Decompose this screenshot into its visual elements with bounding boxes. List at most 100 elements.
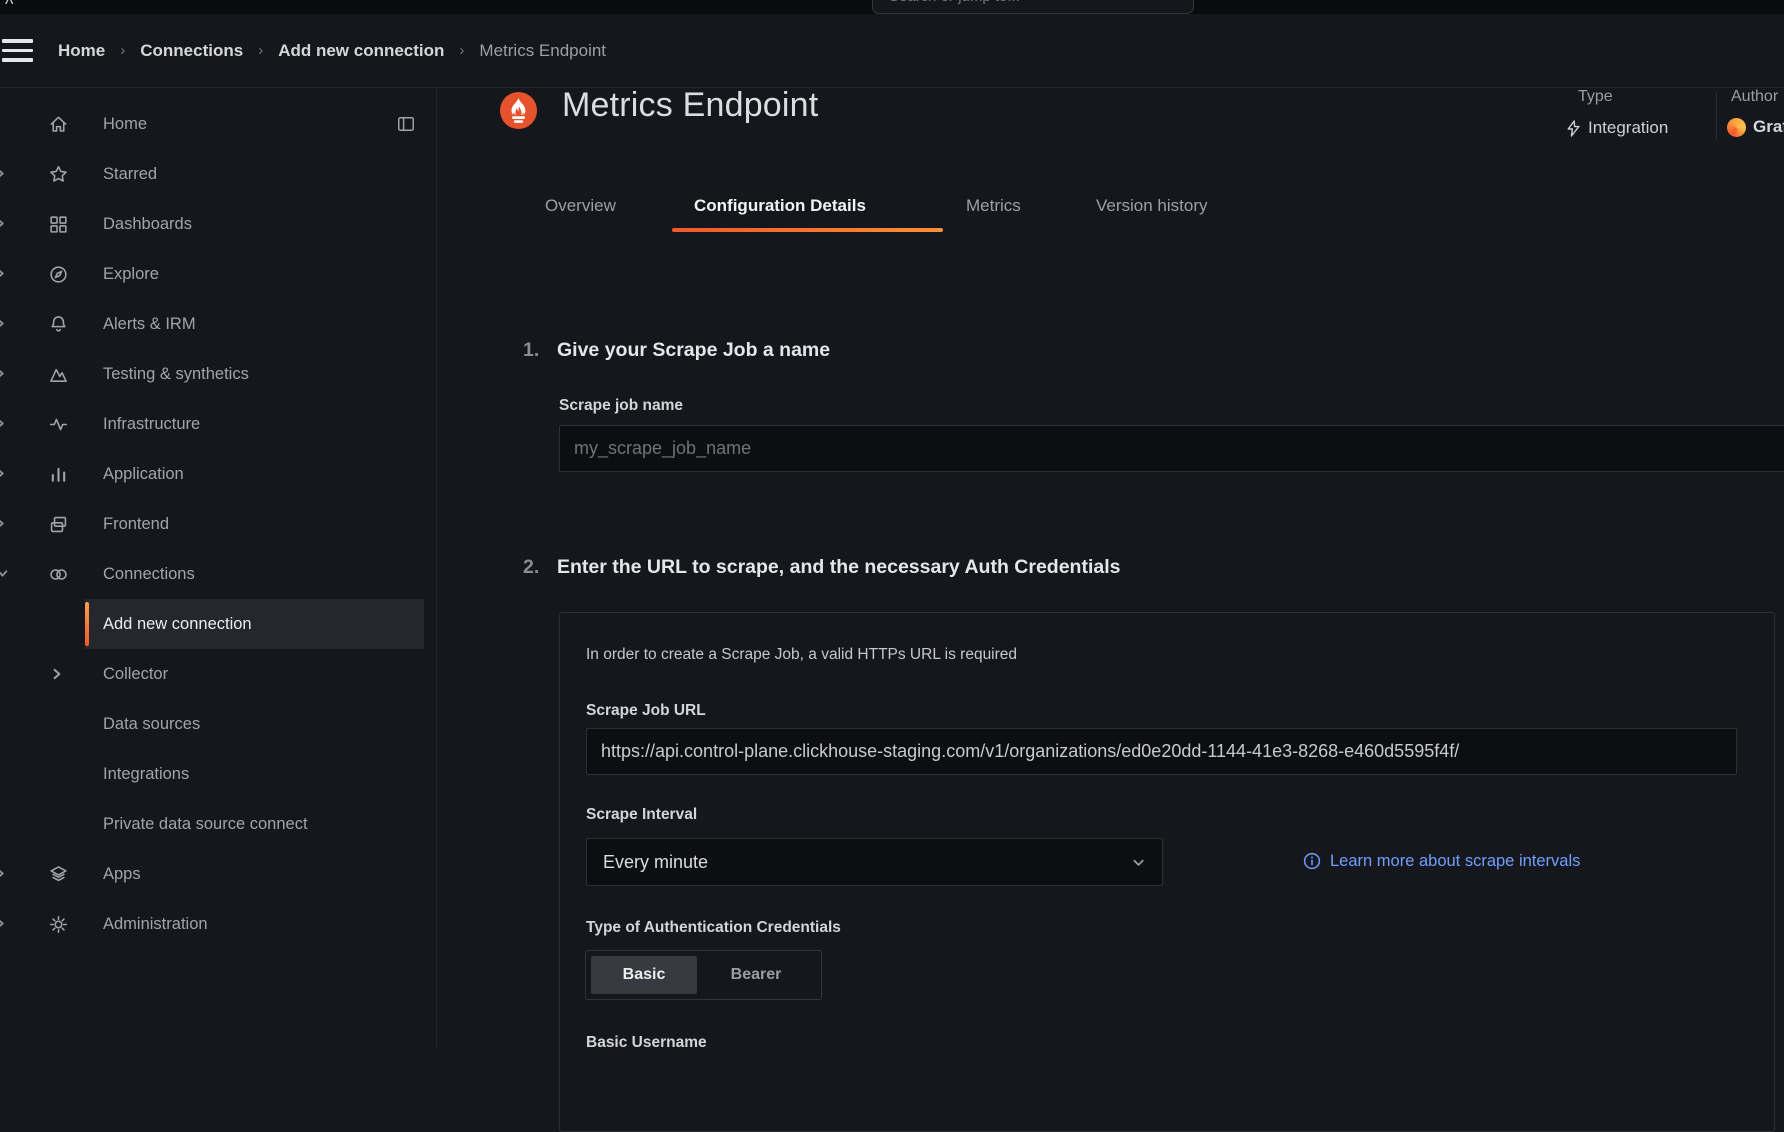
gear-icon [44,914,72,935]
auth-basic-button[interactable]: Basic [591,956,697,994]
hamburger-menu-icon[interactable] [2,39,33,62]
sidebar-item-testing-synthetics[interactable]: Testing & synthetics [0,349,436,399]
author-value: Grafana [1727,117,1784,137]
section-2-number: 2. [523,556,539,579]
scrape-interval-value: Every minute [603,852,708,873]
auth-bearer-button[interactable]: Bearer [697,956,815,994]
sidebar-item-administration[interactable]: Administration [0,899,436,949]
tab-metrics[interactable]: Metrics [966,196,1021,216]
sidebar-item-explore[interactable]: Explore [0,249,436,299]
linked-rings-icon [44,564,72,585]
type-value-text: Integration [1588,118,1668,138]
bell-icon [44,314,72,335]
sidebar-item-apps[interactable]: Apps [0,849,436,899]
breadcrumb-connections[interactable]: Connections [140,41,243,61]
chevron-right-icon: › [258,42,263,59]
scrape-job-url-label: Scrape Job URL [586,702,706,720]
sidebar-item-data-sources[interactable]: Data sources [0,699,436,749]
top-caret-glyph: ^ [5,0,13,15]
sidebar-item-alerts-irm[interactable]: Alerts & IRM [0,299,436,349]
chevron-right-icon [0,467,7,480]
home-icon [44,114,72,135]
scrape-job-name-input[interactable] [559,425,1784,472]
chevron-right-icon [0,167,7,180]
sidebar-item-label: Testing & synthetics [103,365,249,384]
learn-more-scrape-intervals-link[interactable]: Learn more about scrape intervals [1303,846,1580,876]
sidebar-item-label: Frontend [103,515,169,534]
info-icon [1303,852,1321,870]
author-value-text: Grafana [1753,117,1784,137]
https-required-info-text: In order to create a Scrape Job, a valid… [586,646,1017,664]
scrape-job-name-label: Scrape job name [559,397,683,415]
chevron-right-icon [0,367,7,380]
sidebar-item-add-new-connection[interactable]: Add new connection [0,599,436,649]
chevron-right-icon [0,917,7,930]
chevron-right-icon [0,217,7,230]
tab-version-history[interactable]: Version history [1096,196,1208,216]
learn-more-link-text: Learn more about scrape intervals [1330,852,1580,871]
breadcrumb: Home › Connections › Add new connection … [58,41,606,61]
type-column-label: Type [1578,88,1613,106]
section-1-number: 1. [523,339,539,362]
bar-chart-icon [44,464,72,485]
sidebar-nav: Home Starred Dashboards Explore Alerts &… [0,88,437,1048]
mountain-k6-icon [44,364,72,385]
auth-type-label: Type of Authentication Credentials [586,919,841,937]
sidebar-item-integrations[interactable]: Integrations [0,749,436,799]
chevron-right-icon [0,417,7,430]
sidebar-item-label: Collector [103,665,168,684]
sidebar-item-infrastructure[interactable]: Infrastructure [0,399,436,449]
tab-overview[interactable]: Overview [545,196,616,216]
sidebar-item-label: Starred [103,165,157,184]
sidebar-item-label: Administration [103,915,208,934]
sidebar-item-private-data-source-connect[interactable]: Private data source connect [0,799,436,849]
section-1-heading: Give your Scrape Job a name [557,339,830,362]
sidebar-item-label: Infrastructure [103,415,200,434]
dock-sidebar-icon[interactable] [396,114,416,134]
sidebar-item-label: Explore [103,265,159,284]
sidebar-item-starred[interactable]: Starred [0,149,436,199]
sidebar-item-label: Data sources [103,715,200,734]
sidebar-item-frontend[interactable]: Frontend [0,499,436,549]
tab-configuration-details[interactable]: Configuration Details [694,196,866,216]
browser-windows-icon [44,514,72,535]
compass-icon [44,264,72,285]
sidebar-item-home[interactable]: Home [0,99,436,149]
selected-item-accent-bar [85,602,89,646]
sidebar-item-label: Integrations [103,765,189,784]
sidebar-item-collector[interactable]: Collector [0,649,436,699]
sidebar-item-label: Alerts & IRM [103,315,196,334]
pulse-icon [44,414,72,435]
scrape-interval-select[interactable]: Every minute [586,838,1163,886]
chevron-right-icon: › [459,42,464,59]
breadcrumb-current-page: Metrics Endpoint [479,41,606,61]
scrape-interval-label: Scrape Interval [586,806,697,824]
breadcrumb-home[interactable]: Home [58,41,105,61]
chevron-right-icon [0,867,7,880]
header-divider [1716,92,1717,140]
basic-username-label: Basic Username [586,1034,707,1052]
sidebar-item-application[interactable]: Application [0,449,436,499]
sidebar-item-dashboards[interactable]: Dashboards [0,199,436,249]
sidebar-item-label: Home [103,115,147,134]
active-tab-underline [672,228,943,232]
chevron-right-icon [50,667,64,681]
star-icon [44,164,72,185]
section-2-heading: Enter the URL to scrape, and the necessa… [557,556,1121,579]
chevron-down-icon [0,567,9,580]
auth-type-segmented-control: Basic Bearer [585,950,822,1000]
grafana-logo-icon [1727,118,1746,137]
breadcrumb-add-new-connection[interactable]: Add new connection [278,41,444,61]
sidebar-item-connections[interactable]: Connections [0,549,436,599]
search-input[interactable]: Search or jump to... [872,0,1194,14]
page-title: Metrics Endpoint [562,86,818,125]
author-column-label: Author [1731,88,1778,106]
sidebar-item-label: Apps [103,865,141,884]
chevron-right-icon [0,267,7,280]
lightning-bolt-icon [1566,120,1581,137]
scrape-job-url-input[interactable] [586,728,1737,775]
sidebar-item-label: Dashboards [103,215,192,234]
chevron-right-icon: › [120,42,125,59]
breadcrumb-bar: Home › Connections › Add new connection … [0,14,1784,88]
prometheus-logo-icon [500,92,537,129]
